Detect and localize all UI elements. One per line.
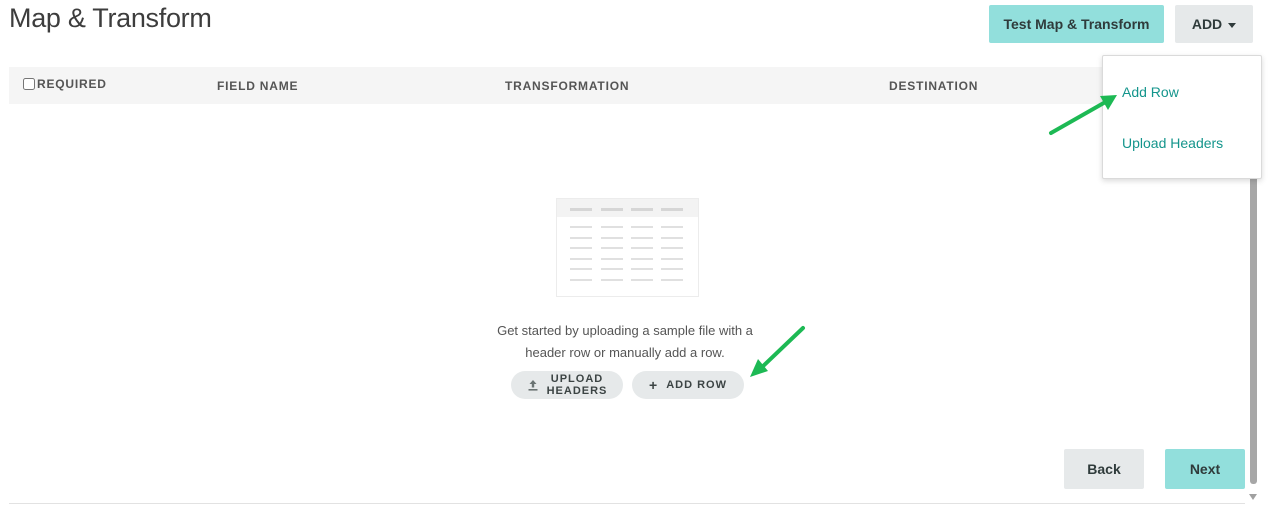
illustration-line xyxy=(601,268,623,270)
add-button-label: ADD xyxy=(1191,16,1223,32)
illustration-line xyxy=(661,236,683,239)
illustration-line xyxy=(631,236,653,239)
column-header-destination: DESTINATION xyxy=(889,79,979,93)
illustration-line xyxy=(570,257,592,260)
illustration-line xyxy=(601,226,623,228)
add-row-button[interactable]: + ADD ROW xyxy=(632,371,744,399)
illustration-line xyxy=(570,278,592,281)
empty-state-message: Get started by uploading a sample file w… xyxy=(490,320,760,364)
illustration-line xyxy=(631,257,653,260)
back-button[interactable]: Back xyxy=(1064,449,1144,489)
illustration-line xyxy=(631,278,653,281)
next-button-label: Next xyxy=(1189,461,1221,477)
illustration-line xyxy=(570,247,592,249)
empty-state-message-line1: Get started by uploading a sample file w… xyxy=(497,323,753,338)
illustration-line xyxy=(601,278,623,281)
column-header-transformation: TRANSFORMATION xyxy=(505,79,630,93)
scroll-down-arrow-icon[interactable] xyxy=(1249,494,1257,500)
illustration-line xyxy=(661,226,683,228)
plus-icon: + xyxy=(649,377,659,393)
upload-headers-label-line1: UPLOAD xyxy=(550,373,604,385)
vertical-scrollbar[interactable] xyxy=(1250,176,1257,484)
test-map-transform-button[interactable]: Test Map & Transform xyxy=(989,5,1164,43)
empty-table-illustration xyxy=(556,198,699,297)
test-map-transform-label: Test Map & Transform xyxy=(1003,16,1150,32)
illustration-line xyxy=(631,226,653,228)
menu-item-upload-headers[interactable]: Upload Headers xyxy=(1122,135,1223,151)
illustration-line xyxy=(631,247,653,249)
annotation-arrow-add-row-menu xyxy=(1049,95,1117,135)
illustration-line xyxy=(631,268,653,270)
illustration-line xyxy=(661,268,683,270)
page-title: Map & Transform xyxy=(9,3,212,33)
illustration-line xyxy=(661,257,683,260)
upload-headers-button[interactable]: UPLOAD HEADERS xyxy=(511,371,623,399)
column-header-required-label: REQUIRED xyxy=(37,77,107,91)
column-header-field-name: FIELD NAME xyxy=(217,79,299,93)
add-row-label: ADD ROW xyxy=(666,379,727,391)
upload-icon xyxy=(528,380,538,391)
illustration-line xyxy=(570,236,592,239)
illustration-line xyxy=(601,247,623,249)
select-all-required-checkbox[interactable] xyxy=(23,78,35,90)
chevron-down-icon xyxy=(1228,22,1237,28)
illustration-line xyxy=(601,236,623,239)
add-dropdown-menu: Add Row Upload Headers xyxy=(1102,55,1262,179)
illustration-line xyxy=(661,247,683,249)
menu-item-add-row[interactable]: Add Row xyxy=(1122,84,1179,100)
illustration-line xyxy=(601,257,623,260)
column-header-required: REQUIRED xyxy=(23,77,107,91)
annotation-arrow-add-row-button xyxy=(750,326,805,377)
add-dropdown-button[interactable]: ADD xyxy=(1175,5,1253,43)
illustration-line xyxy=(661,278,683,281)
back-button-label: Back xyxy=(1087,461,1121,477)
next-button[interactable]: Next xyxy=(1165,449,1245,489)
upload-headers-label-line2: HEADERS xyxy=(546,385,608,397)
illustration-line xyxy=(570,268,592,270)
empty-state-message-line2: header row or manually add a row. xyxy=(525,345,725,360)
bottom-divider xyxy=(9,503,1245,504)
illustration-line xyxy=(570,226,592,228)
